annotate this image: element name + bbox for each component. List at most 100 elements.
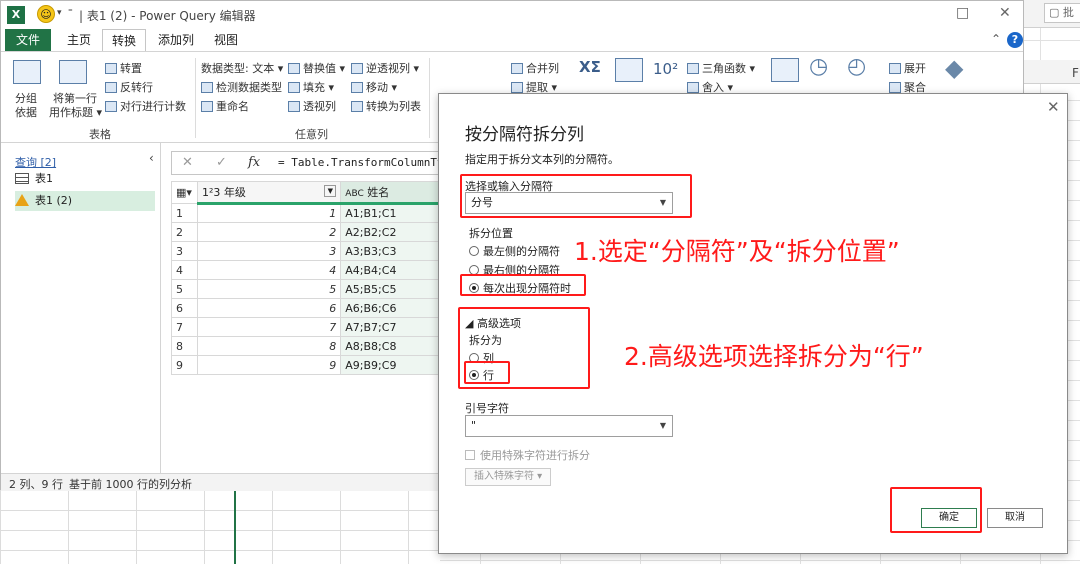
confirm-formula-icon[interactable]: ✓	[216, 155, 227, 170]
split-at-left-radio[interactable]: 最左侧的分隔符	[469, 243, 560, 259]
dialog-close-button[interactable]: ✕	[1047, 98, 1060, 116]
row-number[interactable]: 9	[171, 355, 198, 375]
list-icon	[351, 101, 363, 112]
cell-name[interactable]: A6;B6;C6	[340, 298, 441, 318]
tab-file[interactable]: 文件	[5, 29, 51, 51]
row-number[interactable]: 4	[171, 260, 198, 280]
row-number[interactable]: 2	[171, 222, 198, 242]
text-type-icon[interactable]: ABC	[345, 189, 363, 199]
cancel-formula-icon[interactable]: ✕	[182, 155, 193, 170]
insert-special-char-button[interactable]: 插入特殊字符 ▾	[465, 468, 552, 486]
fill-button[interactable]: 填充 ▾	[288, 79, 334, 95]
table-row[interactable]: 8 8 A8;B8;C8	[171, 336, 441, 356]
statistics-icon[interactable]: XΣ	[579, 58, 601, 76]
reverse-rows-button[interactable]: 反转行	[105, 79, 153, 95]
row-number[interactable]: 7	[171, 317, 198, 337]
row-number[interactable]: 8	[171, 336, 198, 356]
merge-columns-button[interactable]: 合并列	[511, 60, 559, 76]
move-icon	[351, 82, 363, 93]
fx-icon[interactable]: fx	[248, 155, 260, 170]
chevron-down-icon: ▼	[659, 421, 666, 430]
cell-grade[interactable]: 1	[196, 203, 342, 223]
column-header-name[interactable]: ABC 姓名	[340, 181, 441, 205]
group-by-button-line2[interactable]: 依据	[15, 104, 37, 120]
date-icon[interactable]	[771, 58, 799, 82]
tab-transform[interactable]: 转换	[102, 29, 146, 51]
cell-name[interactable]: A2;B2;C2	[340, 222, 441, 242]
table-row[interactable]: 1 1 A1;B1;C1	[171, 203, 441, 223]
pivot-column-button[interactable]: 透视列	[288, 98, 336, 114]
cell-name[interactable]: A1;B1;C1	[340, 203, 441, 223]
row-number[interactable]: 3	[171, 241, 198, 261]
count-rows-button[interactable]: 对行进行计数	[105, 98, 186, 114]
table-row[interactable]: 9 9 A9;B9;C9	[171, 355, 441, 375]
comment-icon: ▢	[1049, 6, 1060, 19]
convert-to-list-button[interactable]: 转换为列表	[351, 98, 421, 114]
collapse-pane-icon[interactable]: ‹	[149, 151, 154, 165]
table-row[interactable]: 3 3 A3;B3;C3	[171, 241, 441, 261]
excel-comment-button[interactable]: ▢ 批	[1044, 3, 1080, 23]
quote-char-select[interactable]: " ▼	[465, 415, 673, 437]
help-icon[interactable]: ?	[1007, 32, 1023, 48]
maximize-button[interactable]: □	[956, 5, 969, 21]
trigonometry-button[interactable]: 三角函数 ▾	[687, 60, 755, 76]
create-data-type-icon[interactable]: ◆	[945, 54, 963, 82]
tab-add-column[interactable]: 添加列	[151, 29, 201, 51]
unpivot-columns-button[interactable]: 逆透视列 ▾	[351, 60, 419, 76]
row-number[interactable]: 1	[171, 203, 198, 223]
cell-name[interactable]: A9;B9;C9	[340, 355, 441, 375]
table-row[interactable]: 2 2 A2;B2;C2	[171, 222, 441, 242]
detect-data-type-button[interactable]: 检测数据类型	[201, 79, 282, 95]
replace-values-button[interactable]: 替换值 ▾	[288, 60, 345, 76]
excel-cells[interactable]	[0, 490, 440, 564]
cell-grade[interactable]: 7	[196, 317, 342, 337]
cell-grade[interactable]: 5	[196, 279, 342, 299]
cell-name[interactable]: A7;B7;C7	[340, 317, 441, 337]
column-header-grade[interactable]: 1²3 年级 ▼	[196, 181, 342, 205]
cell-name[interactable]: A3;B3;C3	[340, 241, 441, 261]
close-button[interactable]: ✕	[999, 5, 1011, 21]
transpose-button[interactable]: 转置	[105, 60, 142, 76]
row-number[interactable]: 5	[171, 279, 198, 299]
query-item-table1[interactable]: 表1	[15, 169, 155, 189]
cell-grade[interactable]: 3	[196, 241, 342, 261]
quick-access-customize-icon[interactable]: ⁼	[68, 8, 73, 18]
transpose-icon	[105, 63, 117, 74]
annotation-step2: 2.高级选项选择拆分为“行”	[624, 342, 924, 371]
standard-icon[interactable]	[615, 58, 643, 82]
cell-grade[interactable]: 6	[196, 298, 342, 318]
cell-name[interactable]: A5;B5;C5	[340, 279, 441, 299]
cell-grade[interactable]: 8	[196, 336, 342, 356]
table-row[interactable]: 7 7 A7;B7;C7	[171, 317, 441, 337]
filter-dropdown-icon[interactable]: ▼	[324, 185, 337, 197]
smiley-icon[interactable]: ☺	[37, 5, 55, 23]
tab-view[interactable]: 视图	[206, 29, 246, 51]
queries-title[interactable]: 查询 [2]	[15, 154, 56, 170]
table-menu-icon[interactable]: ▦▾	[171, 181, 198, 204]
chevron-down-icon[interactable]: ▾	[57, 8, 62, 18]
table-row[interactable]: 6 6 A6;B6;C6	[171, 298, 441, 318]
cell-grade[interactable]: 2	[196, 222, 342, 242]
formula-input[interactable]: = Table.TransformColumnTypes	[278, 156, 463, 169]
query-item-table1-2[interactable]: 表1 (2)	[15, 191, 155, 211]
table-row[interactable]: 4 4 A4;B4;C4	[171, 260, 441, 280]
cell-name[interactable]: A8;B8;C8	[340, 336, 441, 356]
duration-icon[interactable]: ◴	[847, 54, 866, 79]
row-number[interactable]: 6	[171, 298, 198, 318]
special-chars-checkbox[interactable]: 使用特殊字符进行拆分	[465, 447, 590, 463]
move-button[interactable]: 移动 ▾	[351, 79, 397, 95]
cell-grade[interactable]: 4	[196, 260, 342, 280]
table-row[interactable]: 5 5 A5;B5;C5	[171, 279, 441, 299]
expand-button[interactable]: 展开	[889, 60, 926, 76]
time-icon[interactable]: ◷	[809, 54, 828, 79]
cancel-button[interactable]: 取消	[987, 508, 1043, 528]
cell-name[interactable]: A4;B4;C4	[340, 260, 441, 280]
rename-button[interactable]: 重命名	[201, 98, 249, 114]
tab-home[interactable]: 主页	[59, 29, 99, 51]
collapse-ribbon-icon[interactable]: ⌃	[991, 32, 1001, 46]
cell-grade[interactable]: 9	[196, 355, 342, 375]
first-row-header-button-line2[interactable]: 用作标题 ▾	[49, 104, 102, 120]
number-type-icon[interactable]: 1²3	[202, 186, 220, 199]
data-type-dropdown[interactable]: 数据类型: 文本 ▾	[201, 60, 283, 76]
scientific-button[interactable]: 10²	[653, 60, 678, 78]
